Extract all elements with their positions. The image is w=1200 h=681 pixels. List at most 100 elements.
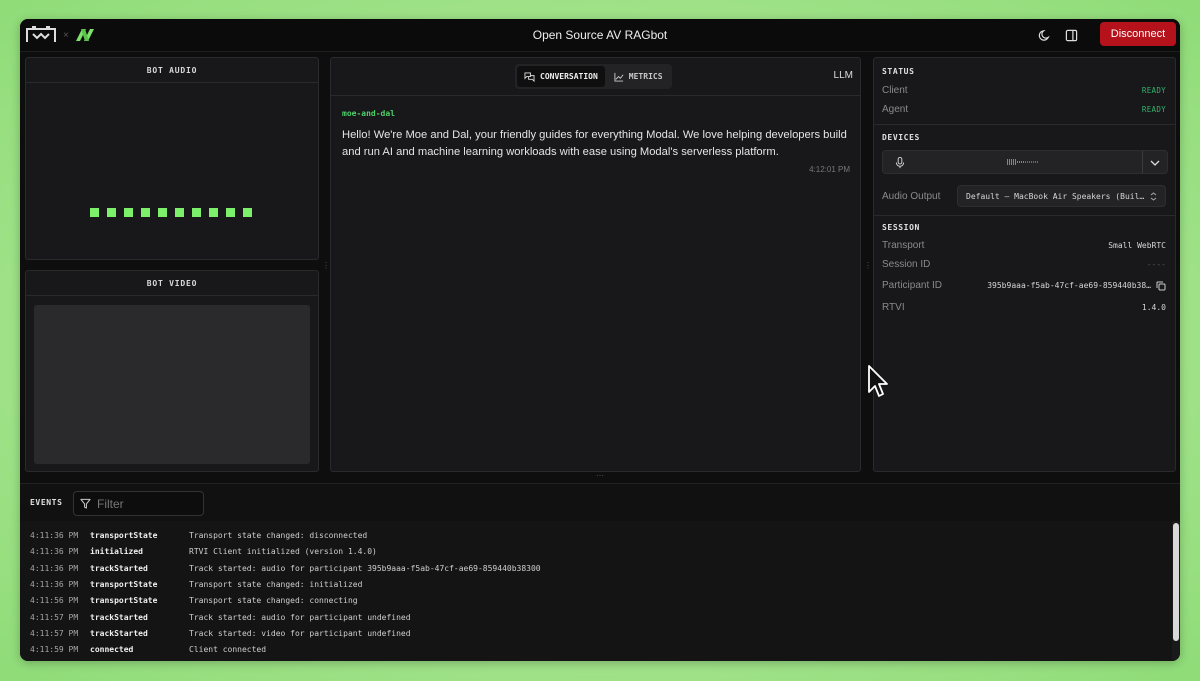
message-sender: moe-and-dal	[342, 109, 395, 118]
bot-audio-title: BOT AUDIO	[146, 66, 198, 75]
bot-audio-panel: BOT AUDIO	[25, 57, 319, 260]
chevron-down-icon[interactable]	[1150, 159, 1160, 167]
event-row: 4:11:36 PM initialized RTVI Client initial…	[30, 547, 377, 556]
events-list: 4:11:36 PM transportState Transport state …	[20, 521, 1180, 661]
llm-label: LLM	[833, 70, 853, 81]
divider	[331, 95, 860, 96]
transport-value: Small WebRTC	[1108, 241, 1166, 250]
scrollbar-thumb[interactable]	[1173, 523, 1179, 641]
event-time: 4:11:57 PM	[30, 612, 79, 622]
mic-level-meter	[1007, 159, 1038, 165]
participant-id-group: 395b9aaa-f5ab-47cf-ae69-859440b38…	[987, 281, 1166, 291]
divider	[1142, 151, 1143, 173]
theme-toggle-button[interactable]	[1036, 27, 1052, 43]
event-time: 4:11:36 PM	[30, 531, 79, 540]
bot-video-area	[34, 305, 310, 464]
status-agent-row: Agent READY	[882, 104, 1166, 115]
participant-id-label: Participant ID	[882, 280, 943, 291]
event-time: 4:11:36 PM	[30, 579, 79, 589]
filter-input[interactable]	[97, 496, 197, 511]
mic-level-segment	[1015, 159, 1016, 165]
session-id-label: Session ID	[882, 259, 931, 270]
audio-bar	[90, 208, 99, 217]
audio-bar	[243, 208, 252, 217]
transport-label: Transport	[882, 240, 925, 251]
mic-level-segment	[1007, 159, 1008, 165]
event-type: trackStarted	[90, 563, 148, 573]
audio-visualizer	[90, 208, 252, 217]
resize-handle-right[interactable]: ⋮	[864, 261, 872, 270]
event-message: Transport state changed: connecting	[189, 596, 358, 606]
app-title: Open Source AV RAGbot	[532, 28, 668, 42]
audio-bar	[226, 208, 235, 217]
event-type: transportState	[90, 531, 158, 540]
rtvi-value: 1.4.0	[1141, 303, 1166, 312]
divider	[874, 124, 1175, 125]
participant-id-value: 395b9aaa-f5ab-47cf-ae69-859440b38…	[987, 281, 1151, 290]
client-status-badge: READY	[1141, 86, 1166, 95]
filter-icon	[80, 498, 91, 509]
event-type: initialized	[90, 547, 143, 557]
event-row: 4:11:57 PM trackStarted Track started: vid…	[30, 629, 411, 638]
audio-bar	[209, 208, 218, 217]
resize-handle-left[interactable]: ⋮	[322, 261, 330, 270]
event-type: trackStarted	[90, 628, 148, 638]
status-title: STATUS	[882, 67, 915, 76]
event-message: Track started: audio for participant 395…	[189, 563, 541, 573]
message: moe-and-dal Hello! We're Moe and Dal, yo…	[342, 109, 852, 174]
event-type: transportState	[90, 579, 158, 589]
mic-level-segment	[1035, 161, 1036, 163]
chevron-updown-icon	[1150, 191, 1157, 201]
event-type: transportState	[90, 596, 158, 606]
conversation-tabs: CONVERSATION METRICS	[515, 64, 672, 89]
event-message: Transport state changed: disconnected	[189, 531, 368, 540]
bot-video-panel: BOT VIDEO	[25, 270, 319, 472]
audio-output-select[interactable]: Default – MacBook Air Speakers (Buil…	[957, 185, 1166, 207]
mic-level-segment	[1013, 159, 1014, 165]
devices-title: DEVICES	[882, 133, 920, 142]
status-client-row: Client READY	[882, 85, 1166, 96]
toggle-sidebar-button[interactable]	[1063, 27, 1079, 43]
chart-icon	[614, 72, 624, 82]
audio-bar	[158, 208, 167, 217]
event-row: 4:11:56 PM transportState Transport state …	[30, 596, 358, 605]
event-row: 4:11:36 PM trackStarted Track started: aud…	[30, 564, 541, 573]
tab-metrics[interactable]: METRICS	[607, 66, 670, 87]
event-row: 4:11:59 PM connected Client connected	[30, 645, 266, 654]
agent-status-badge: READY	[1141, 105, 1166, 114]
transport-row: Transport Small WebRTC	[882, 240, 1166, 251]
event-message: Track started: video for participant und…	[189, 628, 411, 638]
mic-level-segment	[1025, 161, 1026, 163]
mic-level-segment	[1037, 161, 1038, 163]
audio-bar	[192, 208, 201, 217]
events-scrollbar[interactable]	[1172, 521, 1180, 661]
top-bar: × Open Source AV RAGbot Disconnect	[20, 19, 1180, 52]
event-row: 4:11:36 PM transportState Transport state …	[30, 531, 367, 540]
event-time: 4:11:36 PM	[30, 563, 79, 573]
copy-icon[interactable]	[1156, 281, 1166, 291]
divider	[26, 82, 318, 83]
mic-level-segment	[1021, 161, 1022, 163]
tab-conversation[interactable]: CONVERSATION	[517, 66, 605, 87]
tab-metrics-label: METRICS	[628, 72, 663, 81]
microphone-selector[interactable]	[882, 150, 1168, 174]
disconnect-button[interactable]: Disconnect	[1100, 22, 1176, 46]
events-filter[interactable]	[73, 491, 204, 516]
audio-output-label: Audio Output	[882, 190, 941, 202]
participant-id-row: Participant ID 395b9aaa-f5ab-47cf-ae69-8…	[882, 280, 1166, 291]
event-message: Client connected	[189, 645, 267, 655]
session-title: SESSION	[882, 223, 920, 232]
info-sidebar: STATUS Client READY Agent READY DEVICES …	[873, 57, 1176, 472]
audio-output-row: Audio Output Default – MacBook Air Speak…	[882, 185, 1166, 207]
mouse-cursor-icon	[868, 365, 888, 397]
resize-handle-bottom[interactable]: ⋯	[596, 471, 604, 480]
rtvi-row: RTVI 1.4.0	[882, 302, 1166, 313]
event-time: 4:11:56 PM	[30, 596, 79, 606]
event-row: 4:11:57 PM trackStarted Track started: aud…	[30, 613, 411, 622]
mic-level-segment	[1009, 159, 1010, 165]
mic-level-segment	[1031, 161, 1032, 163]
agent-label: Agent	[882, 104, 909, 115]
mic-level-segment	[1029, 161, 1030, 163]
moon-icon	[1038, 29, 1050, 41]
mic-level-segment	[1017, 161, 1018, 163]
